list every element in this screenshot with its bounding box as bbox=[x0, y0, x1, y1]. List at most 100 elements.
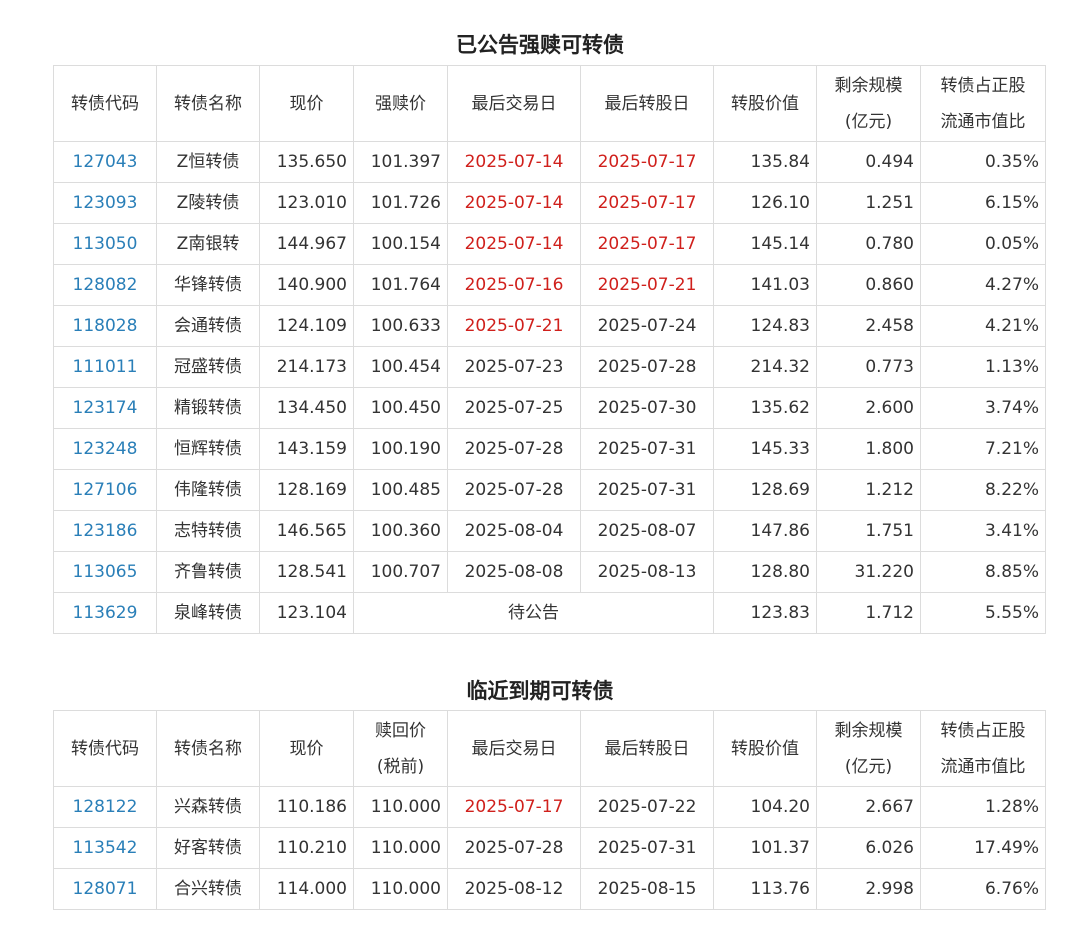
last-trade-date-cell: 2025-07-16 bbox=[447, 264, 581, 306]
col-header-remain-line1: 剩余规模 bbox=[834, 75, 903, 96]
bond-code-cell[interactable]: 118028 bbox=[53, 305, 157, 347]
bond-name-cell: 兴森转债 bbox=[156, 786, 260, 828]
bond-code-link[interactable]: 123248 bbox=[73, 439, 138, 459]
bond-code-cell[interactable]: 123093 bbox=[53, 182, 157, 224]
float-ratio-cell: 3.74% bbox=[920, 387, 1046, 429]
price-cell: 123.010 bbox=[259, 182, 354, 224]
table-row: 123093 Z陵转债 123.010 101.726 2025-07-14 2025-0… bbox=[53, 182, 1046, 224]
col-header-ratio-line1: 转债占正股 bbox=[940, 75, 1026, 96]
col-header-name: 转债名称 bbox=[156, 710, 260, 787]
col-header-remain-line1: 剩余规模 bbox=[834, 720, 903, 741]
last-convert-date-cell: 2025-07-31 bbox=[580, 469, 714, 511]
bond-name-cell: 志特转债 bbox=[156, 510, 260, 552]
table-row: 118028 会通转债 124.109 100.633 2025-07-21 2025-0… bbox=[53, 305, 1046, 347]
table-row: 123174 精锻转债 134.450 100.450 2025-07-25 2025-0… bbox=[53, 387, 1046, 429]
bond-name-cell: 伟隆转债 bbox=[156, 469, 260, 511]
price-cell: 128.541 bbox=[259, 551, 354, 593]
price-cell: 143.159 bbox=[259, 428, 354, 470]
bond-code-cell[interactable]: 123248 bbox=[53, 428, 157, 470]
near-maturity-table: 转债代码 转债名称 现价 赎回价 (税前) 最后交易日 最后转股日 转股价值 剩… bbox=[53, 710, 1046, 910]
bond-name-cell: Z恒转债 bbox=[156, 141, 260, 183]
float-ratio-cell: 5.55% bbox=[920, 592, 1046, 634]
col-header-name: 转债名称 bbox=[156, 65, 260, 142]
bond-code-link[interactable]: 128071 bbox=[73, 879, 138, 899]
price-cell: 110.186 bbox=[259, 786, 354, 828]
remaining-size-cell: 2.667 bbox=[816, 786, 921, 828]
bond-name-cell: Z南银转 bbox=[156, 223, 260, 265]
col-header-redeem-line2: (税前) bbox=[376, 756, 425, 777]
bond-code-cell[interactable]: 113050 bbox=[53, 223, 157, 265]
remaining-size-cell: 1.212 bbox=[816, 469, 921, 511]
remaining-size-cell: 2.998 bbox=[816, 868, 921, 910]
col-header-last-trade: 最后交易日 bbox=[447, 710, 581, 787]
last-convert-date-cell: 2025-07-31 bbox=[580, 428, 714, 470]
col-header-price: 现价 bbox=[259, 65, 354, 142]
bond-code-link[interactable]: 123174 bbox=[73, 398, 138, 418]
bond-code-cell[interactable]: 113065 bbox=[53, 551, 157, 593]
redeem-price-cell: 110.000 bbox=[353, 786, 448, 828]
conversion-value-cell: 147.86 bbox=[713, 510, 817, 552]
col-header-price: 现价 bbox=[259, 710, 354, 787]
bond-name-cell: 好客转债 bbox=[156, 827, 260, 869]
bond-code-link[interactable]: 111011 bbox=[73, 357, 138, 377]
bond-code-cell[interactable]: 113542 bbox=[53, 827, 157, 869]
col-header-last-convert: 最后转股日 bbox=[580, 710, 714, 787]
table-row: 111011 冠盛转债 214.173 100.454 2025-07-23 2025-0… bbox=[53, 346, 1046, 388]
price-cell: 144.967 bbox=[259, 223, 354, 265]
conversion-value-cell: 123.83 bbox=[713, 592, 817, 634]
price-cell: 146.565 bbox=[259, 510, 354, 552]
bond-code-cell[interactable]: 127106 bbox=[53, 469, 157, 511]
conversion-value-cell: 104.20 bbox=[713, 786, 817, 828]
bond-name-cell: 恒辉转债 bbox=[156, 428, 260, 470]
bond-code-cell[interactable]: 123186 bbox=[53, 510, 157, 552]
bond-code-link[interactable]: 113065 bbox=[73, 562, 138, 582]
redeem-price-cell: 110.000 bbox=[353, 827, 448, 869]
bond-code-link[interactable]: 123093 bbox=[73, 193, 138, 213]
announced-redemption-table: 转债代码 转债名称 现价 强赎价 最后交易日 最后转股日 转股价值 剩余规模 (… bbox=[53, 65, 1046, 634]
col-header-conv-value: 转股价值 bbox=[713, 710, 817, 787]
col-header-remain-line2: (亿元) bbox=[844, 111, 893, 132]
col-header-conv-value: 转股价值 bbox=[713, 65, 817, 142]
float-ratio-cell: 17.49% bbox=[920, 827, 1046, 869]
conversion-value-cell: 128.80 bbox=[713, 551, 817, 593]
redeem-price-cell: 100.454 bbox=[353, 346, 448, 388]
bond-code-link[interactable]: 127043 bbox=[73, 152, 138, 172]
table-row: 128082 华锋转债 140.900 101.764 2025-07-16 2025-0… bbox=[53, 264, 1046, 306]
last-trade-date-cell: 2025-07-17 bbox=[447, 786, 581, 828]
remaining-size-cell: 2.458 bbox=[816, 305, 921, 347]
bond-code-link[interactable]: 128122 bbox=[73, 797, 138, 817]
bond-code-cell[interactable]: 111011 bbox=[53, 346, 157, 388]
price-cell: 124.109 bbox=[259, 305, 354, 347]
bond-name-cell: 泉峰转债 bbox=[156, 592, 260, 634]
col-header-redeem-price: 强赎价 bbox=[353, 65, 448, 142]
bond-code-link[interactable]: 113629 bbox=[73, 603, 138, 623]
bond-code-cell[interactable]: 128082 bbox=[53, 264, 157, 306]
col-header-last-trade: 最后交易日 bbox=[447, 65, 581, 142]
bond-code-link[interactable]: 113542 bbox=[73, 838, 138, 858]
price-cell: 140.900 bbox=[259, 264, 354, 306]
last-convert-date-cell: 2025-07-28 bbox=[580, 346, 714, 388]
conversion-value-cell: 145.33 bbox=[713, 428, 817, 470]
bond-code-link[interactable]: 127106 bbox=[73, 480, 138, 500]
bond-code-link[interactable]: 118028 bbox=[73, 316, 138, 336]
remaining-size-cell: 6.026 bbox=[816, 827, 921, 869]
col-header-redeem-line1: 赎回价 bbox=[375, 720, 426, 741]
bond-code-cell[interactable]: 123174 bbox=[53, 387, 157, 429]
bond-code-link[interactable]: 123186 bbox=[73, 521, 138, 541]
remaining-size-cell: 0.780 bbox=[816, 223, 921, 265]
col-header-code: 转债代码 bbox=[53, 710, 157, 787]
remaining-size-cell: 0.494 bbox=[816, 141, 921, 183]
bond-code-cell[interactable]: 113629 bbox=[53, 592, 157, 634]
bond-code-link[interactable]: 128082 bbox=[73, 275, 138, 295]
bond-code-cell[interactable]: 127043 bbox=[53, 141, 157, 183]
conversion-value-cell: 126.10 bbox=[713, 182, 817, 224]
remaining-size-cell: 0.773 bbox=[816, 346, 921, 388]
remaining-size-cell: 2.600 bbox=[816, 387, 921, 429]
float-ratio-cell: 4.21% bbox=[920, 305, 1046, 347]
conversion-value-cell: 141.03 bbox=[713, 264, 817, 306]
bond-code-cell[interactable]: 128071 bbox=[53, 868, 157, 910]
bond-code-cell[interactable]: 128122 bbox=[53, 786, 157, 828]
conversion-value-cell: 214.32 bbox=[713, 346, 817, 388]
bond-code-link[interactable]: 113050 bbox=[73, 234, 138, 254]
col-header-code: 转债代码 bbox=[53, 65, 157, 142]
